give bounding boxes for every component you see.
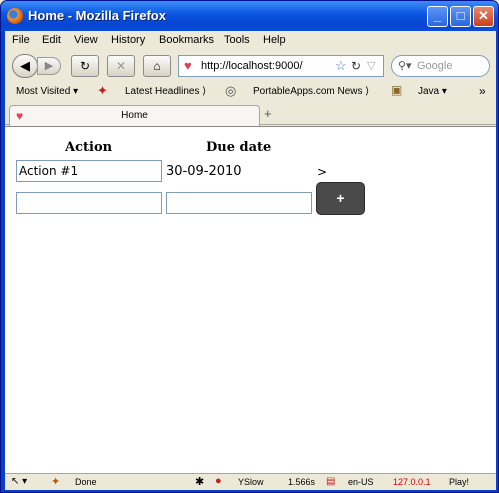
stop-button[interactable]: ✕ [107, 55, 135, 77]
bug-icon[interactable]: ✱ [195, 475, 204, 488]
search-icon[interactable]: ⚲▾ [398, 59, 412, 72]
action-column-header: Action [65, 140, 113, 155]
menu-file[interactable]: File [12, 34, 30, 46]
menu-bar: File Edit View History Bookmarks Tools H… [5, 31, 496, 51]
reload-icon[interactable]: ↻ [351, 59, 361, 73]
bookmark-latest-headlines[interactable]: Latest Headlines ⟩ [125, 86, 206, 97]
flag-us-icon: ▤ [326, 476, 336, 487]
bookmark-portableapps-news[interactable]: PortableApps.com News ⟩ [253, 86, 369, 97]
back-button[interactable]: ◀ [12, 54, 38, 78]
bookmarks-toolbar: Most Visited ▾ ✦ Latest Headlines ⟩ ◎ Po… [5, 81, 496, 103]
window-title: Home - Mozilla Firefox [28, 8, 166, 23]
heart-icon: ♥ [184, 58, 192, 73]
firebug-icon[interactable]: ✦ [51, 475, 60, 488]
pointer-tool-icon[interactable]: ↖ ▾ [11, 476, 27, 487]
browser-client: File Edit View History Bookmarks Tools H… [5, 31, 496, 490]
menu-edit[interactable]: Edit [42, 34, 61, 46]
status-text: Done [75, 477, 97, 487]
row-arrow[interactable]: > [317, 165, 327, 179]
tab-home[interactable]: ♥ Home [9, 105, 260, 126]
browser-window: Home - Mozilla Firefox _ □ ✕ File Edit V… [0, 0, 499, 493]
home-button[interactable]: ⌂ [143, 55, 171, 77]
red-hat-icon: ✦ [97, 83, 108, 98]
language-label[interactable]: en-US [348, 477, 374, 487]
bookmark-most-visited[interactable]: Most Visited ▾ [16, 86, 78, 97]
new-action-input[interactable] [16, 192, 162, 214]
chevron-right-icon[interactable]: » [479, 84, 486, 98]
menu-history[interactable]: History [111, 34, 145, 46]
tab-bar: ♥ Home + [5, 103, 496, 126]
load-time: 1.566s [288, 477, 316, 487]
reload-button[interactable]: ↻ [71, 55, 99, 77]
url-text[interactable]: http://localhost:9000/ [201, 60, 303, 72]
ip-address: 127.0.0.1 [393, 477, 431, 487]
search-bar[interactable]: ⚲▾ Google [391, 55, 490, 77]
dropdown-icon[interactable]: ▽ [367, 59, 375, 72]
bookmark-java[interactable]: Java ▾ [418, 86, 447, 97]
firefox-logo-icon [7, 8, 23, 24]
yslow-label[interactable]: YSlow [238, 477, 264, 487]
play-label[interactable]: Play! [449, 477, 469, 487]
minimize-button[interactable]: _ [427, 6, 448, 27]
new-tab-button[interactable]: + [264, 106, 272, 121]
maximize-button[interactable]: □ [450, 6, 471, 27]
title-bar[interactable]: Home - Mozilla Firefox _ □ ✕ [1, 1, 498, 31]
new-due-date-input[interactable] [166, 192, 312, 214]
action-input[interactable]: Action #1 [16, 160, 162, 182]
page-content: Action Due date Action #1 30-09-2010 > + [5, 126, 496, 473]
close-button[interactable]: ✕ [473, 6, 494, 27]
forward-button[interactable]: ▶ [37, 57, 61, 75]
search-placeholder: Google [417, 60, 453, 72]
portableapps-icon: ◎ [225, 83, 237, 98]
due-date-text: 30-09-2010 [166, 164, 242, 179]
url-bar[interactable]: ♥ http://localhost:9000/ ☆ ↻ ▽ [178, 55, 384, 77]
status-bar: ↖ ▾ ✦ Done ✱ ● YSlow 1.566s ▤ en-US 127.… [5, 473, 496, 490]
menu-bookmarks[interactable]: Bookmarks [159, 34, 214, 46]
tab-label: Home [121, 110, 148, 121]
star-icon[interactable]: ☆ [335, 58, 347, 74]
java-icon: ▣ [391, 83, 403, 97]
menu-tools[interactable]: Tools [224, 34, 250, 46]
yslow-icon[interactable]: ● [215, 475, 222, 487]
menu-view[interactable]: View [74, 34, 98, 46]
navigation-toolbar: ◀ ▶ ↻ ✕ ⌂ ♥ http://localhost:9000/ ☆ ↻ ▽… [5, 51, 496, 81]
due-date-column-header: Due date [206, 140, 272, 155]
menu-help[interactable]: Help [263, 34, 286, 46]
add-button[interactable]: + [316, 182, 365, 215]
